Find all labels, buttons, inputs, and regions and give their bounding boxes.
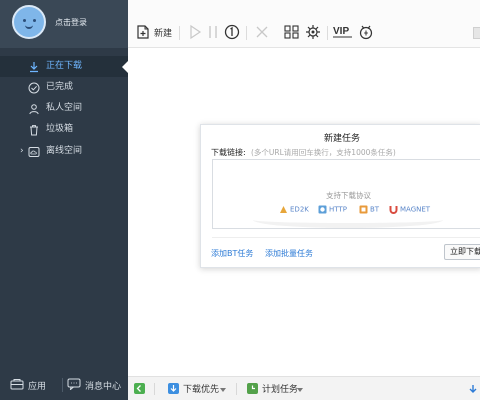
status-divider bbox=[154, 383, 155, 395]
sidebar: 点击登录 正在下载 已完成 私人空间 垃圾箱 › 离线空间 应用 消息中心 bbox=[0, 0, 128, 400]
protocol-shelf bbox=[253, 212, 443, 228]
dialog-title: 新建任务 bbox=[323, 134, 360, 144]
pause-button[interactable] bbox=[207, 24, 219, 40]
delete-icon bbox=[256, 26, 268, 38]
sidebar-footer: 应用 消息中心 bbox=[0, 370, 128, 400]
check-circle-icon bbox=[28, 82, 40, 94]
expand-arrow-icon[interactable]: › bbox=[20, 141, 24, 162]
download-now-button[interactable]: 立即下载 bbox=[444, 244, 480, 260]
settings-icon bbox=[306, 25, 320, 39]
avatar-eye-right bbox=[33, 19, 36, 22]
info-button[interactable] bbox=[224, 24, 240, 40]
vip-button[interactable]: VIP bbox=[333, 25, 353, 39]
sidebar-item-label: 正在下载 bbox=[46, 61, 83, 71]
sidebar-item-label: 私人空间 bbox=[46, 103, 83, 113]
pause-icon bbox=[209, 26, 217, 38]
settings-button[interactable] bbox=[305, 24, 321, 40]
trash-icon bbox=[30, 125, 38, 136]
new-task-label[interactable]: 新建 bbox=[154, 26, 172, 39]
grid-button[interactable] bbox=[284, 24, 299, 40]
sidebar-item-label: 已完成 bbox=[46, 82, 74, 92]
toolbar-overflow-button[interactable] bbox=[473, 27, 480, 39]
sidebar-item-downloading[interactable]: 正在下载 bbox=[0, 56, 128, 77]
vip-text: VIP bbox=[333, 26, 349, 37]
url-input[interactable]: 支持下载协议 ED2K HTTP BT MAGNET bbox=[212, 159, 480, 229]
message-icon bbox=[67, 378, 81, 390]
sidebar-item-offline[interactable]: › 离线空间 bbox=[0, 141, 128, 162]
avatar-eye-left bbox=[23, 19, 26, 22]
toolbar-divider bbox=[327, 26, 328, 40]
medal-icon bbox=[359, 25, 373, 40]
user-panel: 点击登录 bbox=[0, 0, 128, 48]
scheduled-task-icon bbox=[247, 383, 258, 394]
download-priority-dropdown[interactable]: 下载优先 bbox=[183, 382, 219, 395]
info-circle-icon bbox=[224, 24, 240, 40]
toolbar: 新建 VIP bbox=[128, 0, 480, 48]
status-divider bbox=[236, 383, 237, 395]
url-field-label: 下载链接: bbox=[211, 148, 246, 157]
sidebar-item-label: 垃圾箱 bbox=[46, 124, 74, 134]
footer-divider bbox=[62, 378, 63, 392]
scheduled-task-dropdown[interactable]: 计划任务 bbox=[262, 382, 298, 395]
add-batch-task-link[interactable]: 添加批量任务 bbox=[265, 248, 313, 259]
apps-icon bbox=[10, 379, 24, 390]
collapse-sidebar-icon[interactable] bbox=[134, 383, 145, 394]
download-speed-icon bbox=[469, 385, 477, 393]
avatar-mouth bbox=[25, 25, 33, 29]
toolbar-divider bbox=[246, 26, 247, 40]
url-field-hint: (多个URL请用回车换行，支持1000条任务) bbox=[251, 148, 396, 157]
sidebar-item-completed[interactable]: 已完成 bbox=[0, 77, 128, 98]
download-icon bbox=[30, 62, 38, 73]
toolbar-divider bbox=[179, 26, 180, 40]
message-center-label: 消息中心 bbox=[85, 382, 122, 392]
grid-icon bbox=[284, 25, 299, 39]
cloud-icon bbox=[28, 147, 40, 157]
play-icon bbox=[190, 24, 202, 40]
login-link[interactable]: 点击登录 bbox=[55, 17, 87, 28]
status-bar: 下载优先 计划任务 bbox=[128, 376, 480, 400]
person-icon bbox=[29, 104, 39, 115]
apps-label: 应用 bbox=[28, 382, 47, 392]
vip-icon: VIP bbox=[333, 26, 352, 38]
avatar[interactable] bbox=[12, 5, 46, 39]
dialog-divider bbox=[212, 237, 480, 238]
download-priority-icon bbox=[168, 383, 179, 394]
new-task-dialog: 新建任务 下载链接: (多个URL请用回车换行，支持1000条任务) 支持下载协… bbox=[200, 124, 480, 268]
medal-button[interactable] bbox=[358, 24, 374, 40]
protocols-title: 支持下载协议 bbox=[326, 191, 371, 200]
sidebar-item-label: 离线空间 bbox=[46, 146, 83, 156]
sidebar-item-private[interactable]: 私人空间 bbox=[0, 98, 128, 119]
new-task-icon bbox=[137, 25, 149, 39]
add-bt-task-link[interactable]: 添加BT任务 bbox=[211, 248, 253, 259]
delete-button[interactable] bbox=[255, 24, 269, 40]
chevron-down-icon[interactable] bbox=[297, 388, 303, 392]
chevron-down-icon[interactable] bbox=[220, 388, 226, 392]
start-button[interactable] bbox=[188, 24, 202, 40]
new-task-button[interactable] bbox=[136, 24, 150, 40]
sidebar-item-trash[interactable]: 垃圾箱 bbox=[0, 119, 128, 140]
